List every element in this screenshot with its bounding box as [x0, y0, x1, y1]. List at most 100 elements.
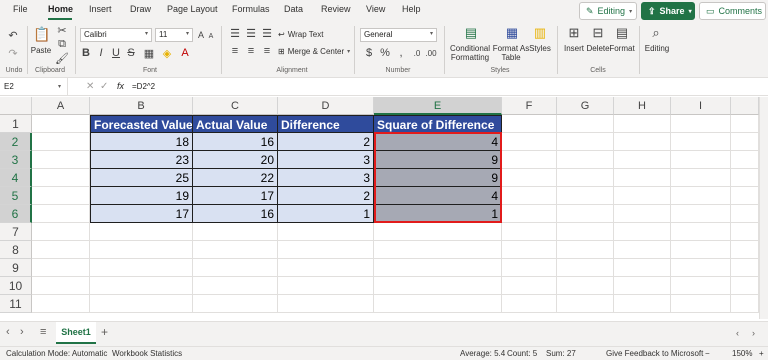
cell-b7[interactable]	[90, 223, 193, 241]
strikethrough-icon[interactable]: S	[125, 46, 137, 60]
cell-d4[interactable]: 3	[278, 169, 374, 187]
comma-icon[interactable]: ,	[394, 46, 408, 60]
grow-font-icon[interactable]: A	[196, 28, 206, 42]
cell-c6[interactable]: 16	[193, 205, 278, 223]
cell-c9[interactable]	[193, 259, 278, 277]
align-top-icon[interactable]: ☰	[228, 26, 242, 40]
cell-styles-button[interactable]: Styles	[529, 44, 551, 53]
sheet-tab-sheet1[interactable]: Sheet1	[56, 322, 96, 344]
cell-b8[interactable]	[90, 241, 193, 259]
zoom-level[interactable]: 150%	[732, 349, 752, 358]
column-header-d[interactable]: D	[278, 97, 374, 115]
cell-f4[interactable]	[502, 169, 557, 187]
column-header-f[interactable]: F	[502, 97, 557, 115]
number-format-select[interactable]: General ▾	[360, 28, 437, 42]
cell-a9[interactable]	[32, 259, 90, 277]
cell-c10[interactable]	[193, 277, 278, 295]
paste-icon[interactable]: 📋	[33, 24, 51, 44]
cell-c11[interactable]	[193, 295, 278, 313]
cell-f9[interactable]	[502, 259, 557, 277]
cell-i1[interactable]	[671, 115, 731, 133]
cell-c2[interactable]: 16	[193, 133, 278, 151]
shrink-font-icon[interactable]: A	[206, 30, 216, 42]
menu-insert[interactable]: Insert	[89, 4, 112, 14]
cell-c4[interactable]: 22	[193, 169, 278, 187]
merge-center-button[interactable]: ⊞ Merge & Center ▾	[278, 47, 350, 56]
cell-i6[interactable]	[671, 205, 731, 223]
cell-i11[interactable]	[671, 295, 731, 313]
cell-c3[interactable]: 20	[193, 151, 278, 169]
cell-h6[interactable]	[614, 205, 671, 223]
row-header[interactable]: 6	[0, 205, 32, 223]
fill-color-icon[interactable]: ◈	[160, 46, 174, 60]
cell-b9[interactable]	[90, 259, 193, 277]
conditional-formatting-button[interactable]: Conditional Formatting	[449, 44, 491, 62]
cell-a10[interactable]	[32, 277, 90, 295]
cell-j9[interactable]	[731, 259, 759, 277]
cell-e9[interactable]	[374, 259, 502, 277]
cell-f2[interactable]	[502, 133, 557, 151]
scroll-right-icon[interactable]: ›	[20, 326, 24, 338]
cell-styles-icon[interactable]: ▥	[531, 24, 549, 42]
cell-h1[interactable]	[614, 115, 671, 133]
brush-icon[interactable]: 🖌	[55, 52, 69, 65]
cancel-formula-icon[interactable]: ✕	[86, 81, 94, 92]
paste-button[interactable]: Paste	[30, 46, 52, 55]
row-header[interactable]: 7	[0, 223, 32, 241]
magnifier-icon[interactable]: ⌕	[648, 24, 664, 42]
zoom-in-button[interactable]: +	[759, 349, 764, 358]
comments-button[interactable]: ▭ Comments	[699, 2, 766, 20]
cell-d2[interactable]: 2	[278, 133, 374, 151]
currency-icon[interactable]: $	[362, 46, 376, 60]
scroll-left-icon[interactable]: ‹	[6, 326, 10, 338]
cell-g3[interactable]	[557, 151, 614, 169]
font-size-select[interactable]: 11 ▾	[155, 28, 193, 42]
cell-d10[interactable]	[278, 277, 374, 295]
cell-h9[interactable]	[614, 259, 671, 277]
row-header[interactable]: 1	[0, 115, 32, 133]
cell-a8[interactable]	[32, 241, 90, 259]
row-header[interactable]: 8	[0, 241, 32, 259]
row-header[interactable]: 11	[0, 295, 32, 313]
cell-i4[interactable]	[671, 169, 731, 187]
decrease-decimal-icon[interactable]: .00	[424, 46, 438, 60]
cell-c7[interactable]	[193, 223, 278, 241]
cell-j10[interactable]	[731, 277, 759, 295]
column-header-a[interactable]: A	[32, 97, 90, 115]
scroll-right-icon[interactable]: ›	[752, 328, 755, 338]
menu-formulas[interactable]: Formulas	[232, 4, 270, 14]
menu-review[interactable]: Review	[321, 4, 351, 14]
menu-page-layout[interactable]: Page Layout	[167, 4, 218, 14]
cell-d1[interactable]: Difference	[278, 115, 374, 133]
cell-h5[interactable]	[614, 187, 671, 205]
chevron-down-icon[interactable]: ▾	[58, 83, 61, 90]
share-button[interactable]: ⇪ Share ▾	[641, 2, 695, 20]
wrap-text-button[interactable]: ↩ Wrap Text	[278, 30, 323, 39]
format-as-table-icon[interactable]: ▦	[503, 24, 521, 42]
cell-h11[interactable]	[614, 295, 671, 313]
conditional-formatting-icon[interactable]: ▤	[462, 24, 480, 42]
cell-j7[interactable]	[731, 223, 759, 241]
editing-group-button[interactable]: Editing	[644, 44, 670, 53]
scroll-left-icon[interactable]: ‹	[736, 328, 739, 338]
vertical-scrollbar[interactable]	[759, 97, 768, 319]
menu-file[interactable]: File	[13, 4, 28, 14]
column-header-c[interactable]: C	[193, 97, 278, 115]
cell-f3[interactable]	[502, 151, 557, 169]
cell-e10[interactable]	[374, 277, 502, 295]
cell-f1[interactable]	[502, 115, 557, 133]
bold-icon[interactable]: B	[80, 46, 92, 60]
column-header-g[interactable]: G	[557, 97, 614, 115]
cell-e6[interactable]: 1	[374, 205, 502, 223]
copy-icon[interactable]: ⧉	[56, 38, 68, 50]
menu-view[interactable]: View	[366, 4, 385, 14]
cell-d6[interactable]: 1	[278, 205, 374, 223]
add-sheet-button[interactable]: +	[101, 325, 108, 339]
cell-b5[interactable]: 19	[90, 187, 193, 205]
column-header-b[interactable]: B	[90, 97, 193, 115]
cell-h10[interactable]	[614, 277, 671, 295]
cell-f8[interactable]	[502, 241, 557, 259]
calculation-mode[interactable]: Calculation Mode: Automatic	[6, 349, 107, 358]
cell-j6[interactable]	[731, 205, 759, 223]
editing-mode-button[interactable]: ✎ Editing ▾	[579, 2, 637, 20]
